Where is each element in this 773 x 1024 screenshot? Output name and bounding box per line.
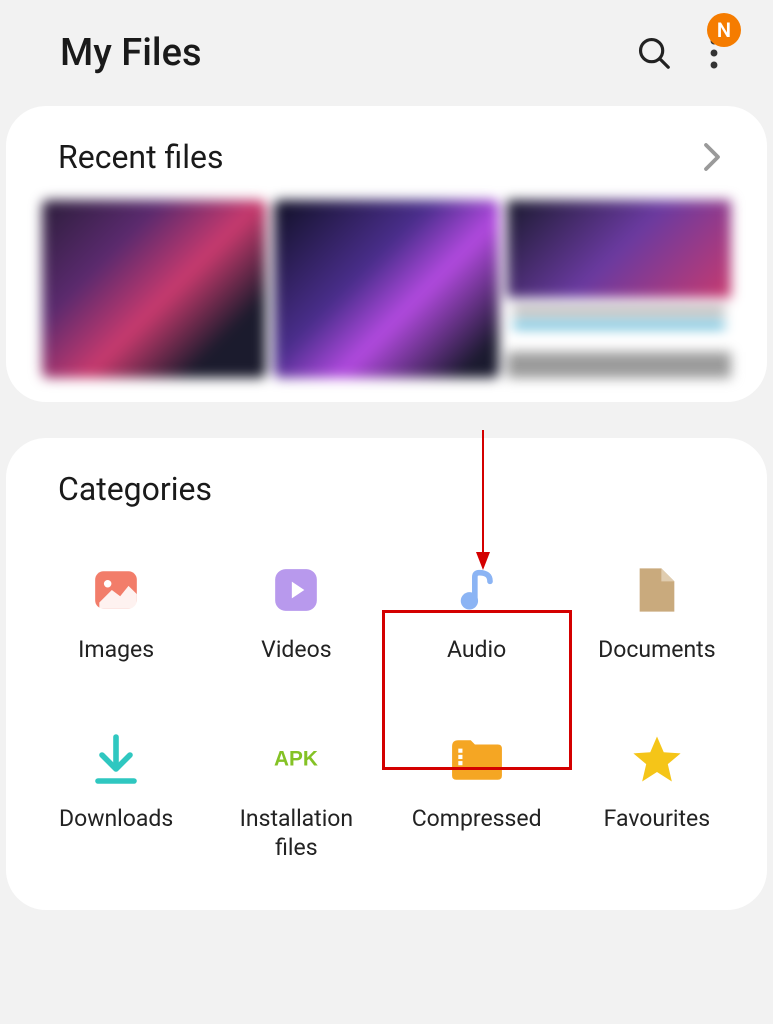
search-icon bbox=[635, 34, 673, 72]
recent-files-header[interactable]: Recent files bbox=[6, 138, 767, 200]
svg-text:APK: APK bbox=[274, 747, 318, 770]
categories-header: Categories bbox=[6, 470, 767, 532]
category-label: Audio bbox=[447, 636, 506, 665]
header-actions: N bbox=[631, 30, 723, 76]
star-icon bbox=[629, 731, 685, 787]
recent-thumbnail[interactable] bbox=[42, 200, 266, 378]
categories-card: Categories Images Videos bbox=[6, 438, 767, 910]
category-label: Installationfiles bbox=[240, 805, 354, 863]
category-label: Images bbox=[78, 636, 154, 665]
recent-thumbnails[interactable] bbox=[6, 200, 767, 378]
category-label: Compressed bbox=[412, 805, 542, 834]
category-audio[interactable]: Audio bbox=[387, 552, 567, 675]
recent-files-title: Recent files bbox=[58, 138, 223, 176]
chevron-right-icon bbox=[701, 142, 723, 172]
notification-badge: N bbox=[707, 13, 741, 47]
recent-thumbnail[interactable] bbox=[507, 200, 731, 378]
recent-thumbnail[interactable] bbox=[274, 200, 498, 378]
music-note-icon bbox=[449, 562, 505, 618]
category-downloads[interactable]: Downloads bbox=[26, 721, 206, 873]
category-images[interactable]: Images bbox=[26, 552, 206, 675]
apk-icon: APK bbox=[268, 731, 324, 787]
category-documents[interactable]: Documents bbox=[567, 552, 747, 675]
category-favourites[interactable]: Favourites bbox=[567, 721, 747, 873]
app-header: My Files N bbox=[0, 0, 773, 106]
category-label: Favourites bbox=[604, 805, 710, 834]
folder-zip-icon bbox=[449, 731, 505, 787]
category-installation-files[interactable]: APK Installationfiles bbox=[206, 721, 386, 873]
categories-title: Categories bbox=[58, 470, 212, 508]
search-button[interactable] bbox=[631, 30, 677, 76]
download-icon bbox=[88, 731, 144, 787]
document-icon bbox=[629, 562, 685, 618]
category-videos[interactable]: Videos bbox=[206, 552, 386, 675]
categories-grid: Images Videos Audio bbox=[6, 532, 767, 880]
category-label: Videos bbox=[261, 636, 331, 665]
video-icon bbox=[268, 562, 324, 618]
category-label: Documents bbox=[598, 636, 715, 665]
recent-files-card: Recent files bbox=[6, 106, 767, 402]
category-compressed[interactable]: Compressed bbox=[387, 721, 567, 873]
category-label: Downloads bbox=[59, 805, 173, 834]
image-icon bbox=[88, 562, 144, 618]
page-title: My Files bbox=[60, 31, 202, 75]
